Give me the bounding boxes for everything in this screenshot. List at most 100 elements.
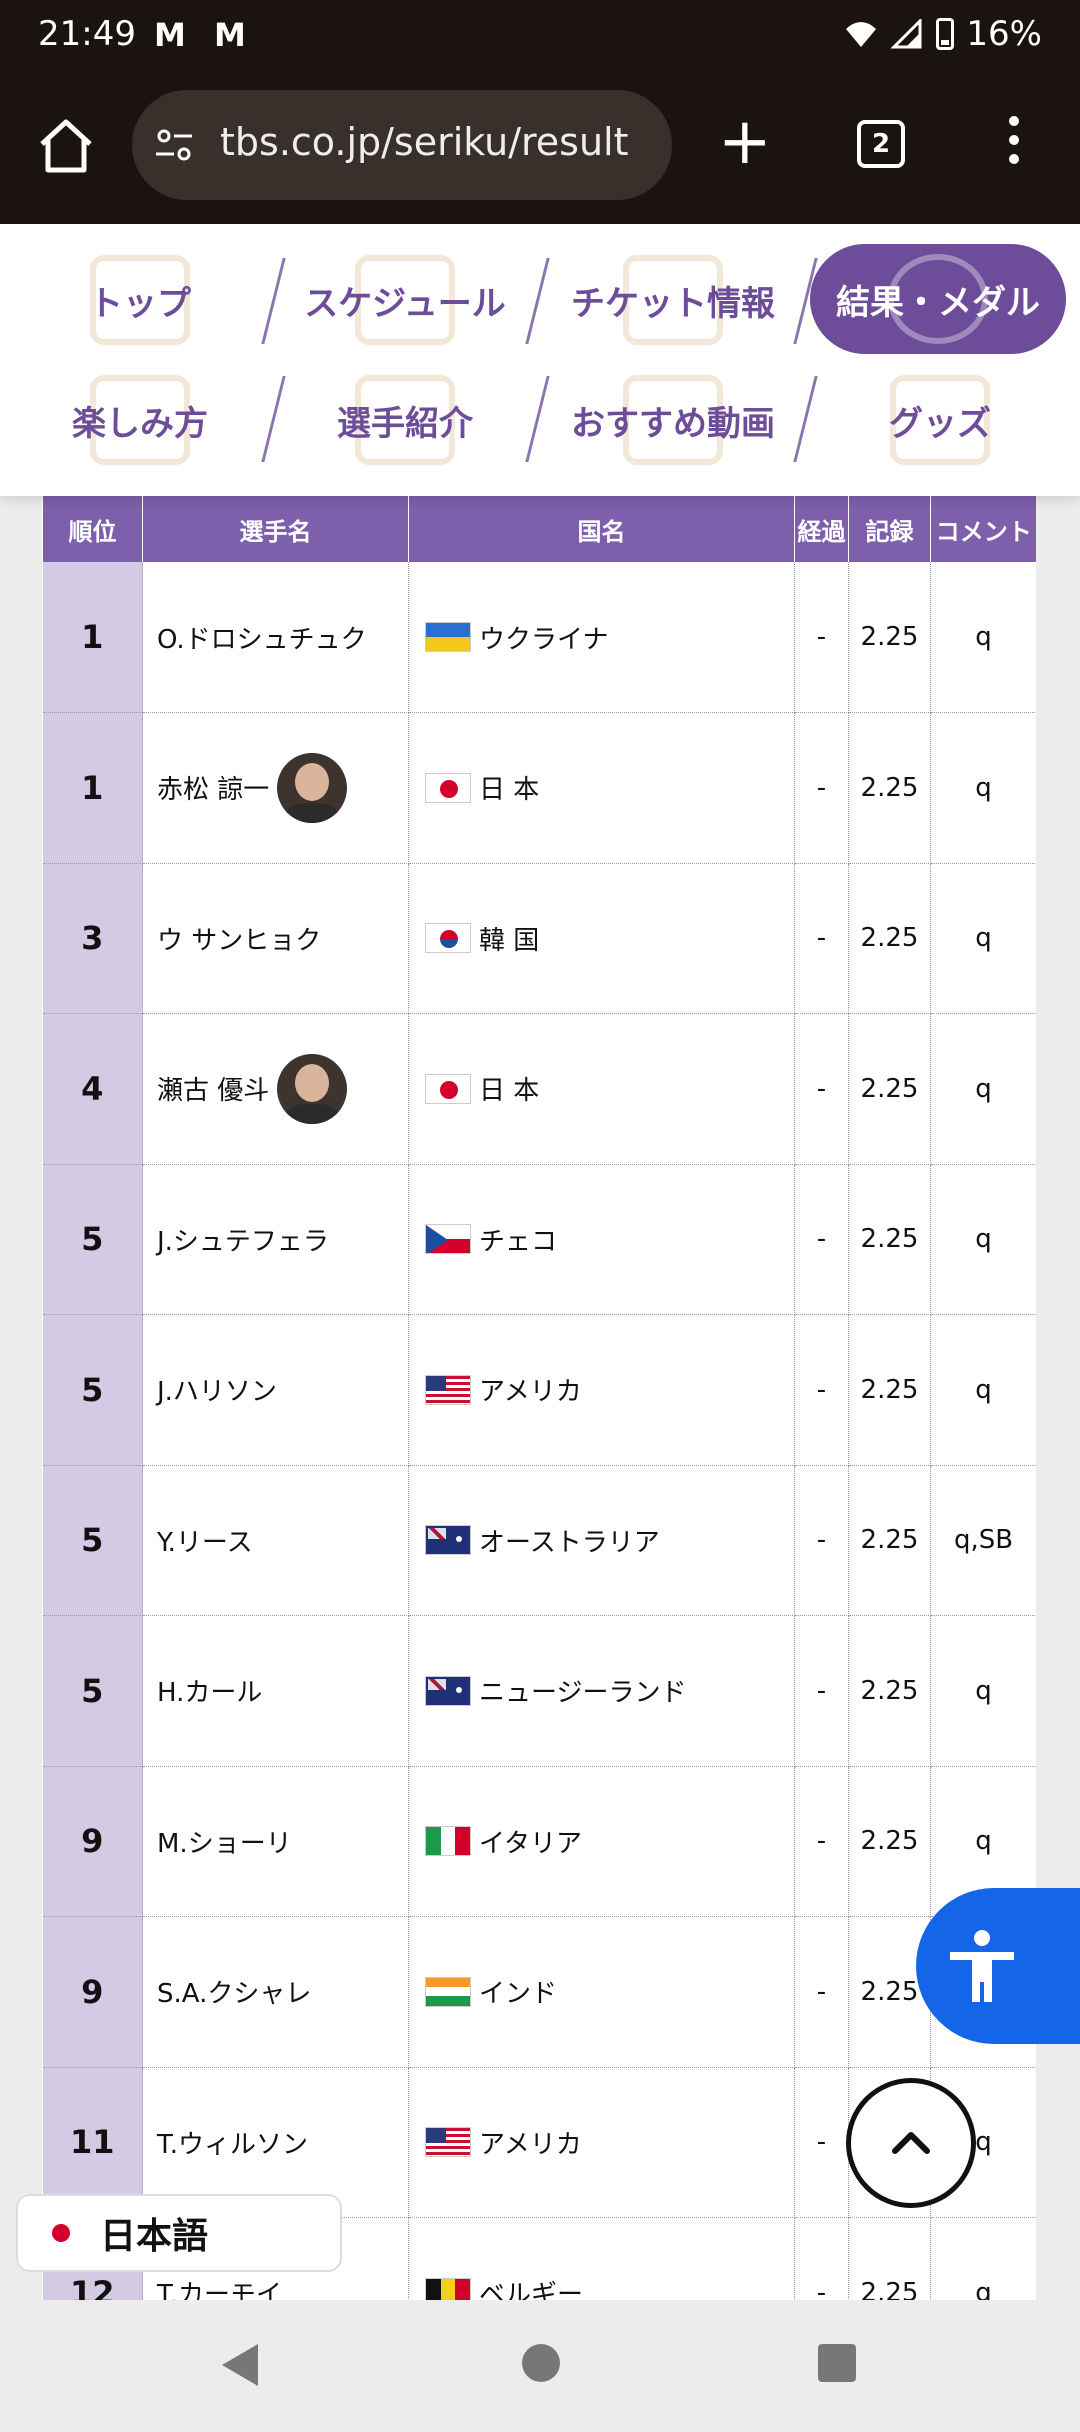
site-settings-icon[interactable] (154, 126, 194, 166)
nation-name: 日 本 (479, 1076, 540, 1107)
cell-record: 2.25 (848, 1314, 931, 1466)
more-menu-icon[interactable] (1004, 116, 1024, 176)
nav-goods[interactable]: グッズ (830, 370, 1050, 470)
chevron-up-icon (892, 2132, 930, 2154)
cell-progress: - (794, 2067, 849, 2218)
cell-comment: q,SB (930, 1465, 1036, 1616)
cell-rank: 5 (42, 1615, 143, 1767)
cell-comment: q (930, 562, 1036, 713)
nav-divider (261, 376, 286, 462)
athlete-name: J.ハリソン (157, 1377, 277, 1408)
address-bar[interactable]: tbs.co.jp/seriku/result (132, 90, 672, 200)
header-record: 記録 (848, 496, 931, 562)
cell-progress: - (794, 1465, 849, 1616)
nav-divider (525, 376, 550, 462)
home-icon[interactable] (36, 116, 96, 176)
athlete-name: H.カール (157, 1678, 263, 1709)
wifi-icon (846, 22, 877, 47)
nation-name: アメリカ (479, 2129, 582, 2160)
cell-record: 2.25 (848, 1164, 931, 1315)
recents-icon[interactable] (818, 2344, 856, 2382)
nation-name: ニュージーランド (479, 1678, 687, 1709)
language-label: 日本語 (100, 2216, 209, 2257)
accessibility-button[interactable] (916, 1888, 1080, 2044)
nation-name: インド (479, 1979, 558, 2010)
nav-results[interactable]: 結果・メダル (810, 244, 1066, 354)
country-flag-icon (425, 1073, 471, 1104)
country-flag-icon (425, 1976, 471, 2007)
url-text[interactable]: tbs.co.jp/seriku/result (220, 120, 660, 164)
athlete-name: T.ウィルソン (157, 2129, 309, 2160)
cell-record: 2.25 (848, 1916, 931, 2068)
status-time: 21:49 (38, 14, 136, 54)
athlete-name: ウ サンヒョク (157, 925, 322, 956)
nav-schedule[interactable]: スケジュール (290, 250, 520, 350)
table-row: 1 赤松 諒一 日 本 -2.25 q (42, 712, 1036, 864)
header-rank: 順位 (42, 496, 143, 562)
country-flag-icon (425, 622, 471, 652)
table-row: 5 H.カール ニュージーランド -2.25 q (42, 1615, 1036, 1767)
cell-record: 2.25 (848, 863, 931, 1014)
cell-progress: - (794, 2217, 849, 2300)
table-row: 4 瀬古 優斗 日 本 -2.25 q (42, 1013, 1036, 1165)
home-circle-icon[interactable] (522, 2344, 560, 2382)
nav-divider (793, 376, 818, 462)
signal-icon (890, 19, 922, 49)
athlete-name: M.ショーリ (157, 1828, 292, 1859)
cell-rank: 5 (42, 1164, 143, 1315)
cell-progress: - (794, 1164, 849, 1315)
browser-toolbar: tbs.co.jp/seriku/result + 2 (0, 72, 1080, 224)
cell-nation: チェコ (408, 1164, 795, 1315)
header-nation: 国名 (408, 496, 795, 562)
cell-name: ウ サンヒョク (142, 863, 409, 1014)
cell-rank: 5 (42, 1465, 143, 1616)
table-header-row: 順位 選手名 国名 経過 記録 コメント (42, 496, 1036, 562)
nav-videos[interactable]: おすすめ動画 (556, 370, 790, 470)
language-selector[interactable]: 日本語 (16, 2194, 342, 2272)
cell-nation: インド (408, 1916, 795, 2068)
nav-enjoy[interactable]: 楽しみ方 (30, 370, 250, 470)
cell-rank: 9 (42, 1766, 143, 1917)
athlete-photo (277, 752, 348, 823)
nav-ticket[interactable]: チケット情報 (556, 250, 790, 350)
country-flag-icon (425, 2127, 471, 2158)
cell-name: J.シュテフェラ (142, 1164, 409, 1315)
status-bar: 21:49 M M 16% (0, 0, 1080, 72)
cell-record: 2.25 (848, 1465, 931, 1616)
gmail-icon: M (214, 16, 246, 54)
cell-nation: ニュージーランド (408, 1615, 795, 1767)
nation-name: 日 本 (479, 775, 540, 806)
nation-name: チェコ (479, 1226, 558, 1257)
cell-name: M.ショーリ (142, 1766, 409, 1917)
scroll-to-top-button[interactable] (846, 2078, 976, 2208)
new-tab-icon[interactable]: + (718, 110, 772, 174)
cell-name: O.ドロシュチュク (142, 562, 409, 713)
cell-name: 赤松 諒一 (142, 712, 409, 864)
nav-top[interactable]: トップ (30, 250, 250, 350)
cell-rank: 1 (42, 712, 143, 864)
cell-nation: オーストラリア (408, 1465, 795, 1616)
header-comment: コメント (930, 496, 1036, 562)
tab-switcher-button[interactable]: 2 (857, 120, 905, 168)
nation-name: イタリア (479, 1828, 582, 1859)
athlete-name: T.カーモイ (157, 2280, 283, 2300)
cell-rank: 1 (42, 562, 143, 713)
nav-divider (261, 258, 286, 344)
nation-name: ウクライナ (479, 624, 609, 655)
results-table: 順位 選手名 国名 経過 記録 コメント 1 O.ドロシュチュク ウクライナ -2.2… (42, 496, 1036, 2300)
cell-record: 2.25 (848, 2217, 931, 2300)
cell-nation: アメリカ (408, 1314, 795, 1466)
athlete-name: O.ドロシュチュク (157, 624, 367, 655)
cell-nation: イタリア (408, 1766, 795, 1917)
country-flag-icon (425, 1525, 471, 1556)
cell-nation: アメリカ (408, 2067, 795, 2218)
cell-comment: q (930, 2217, 1036, 2300)
table-row: 1 O.ドロシュチュク ウクライナ -2.25 q (42, 562, 1036, 713)
cell-progress: - (794, 1615, 849, 1767)
cell-name: S.A.クシャレ (142, 1916, 409, 2068)
country-flag-icon (425, 772, 471, 803)
header-progress: 経過 (794, 496, 849, 562)
back-icon[interactable] (220, 2342, 260, 2388)
cell-comment: q (930, 712, 1036, 864)
nav-athletes[interactable]: 選手紹介 (290, 370, 520, 470)
